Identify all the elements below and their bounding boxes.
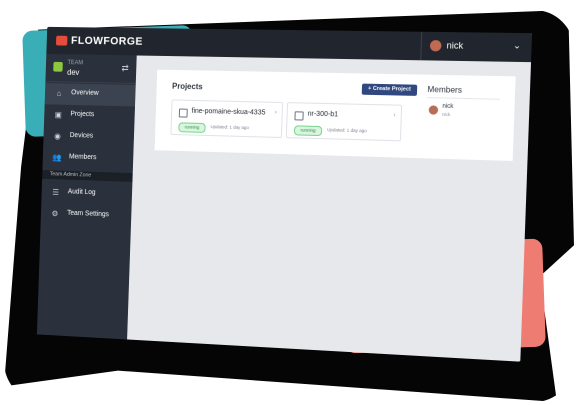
sidebar-item-label: Team Settings [67, 209, 109, 219]
projects-title: Projects [171, 81, 203, 92]
member-role: nick [441, 111, 451, 118]
members-icon: 👥 [52, 152, 62, 162]
user-name: nick [446, 40, 464, 51]
sidebar-item-overview[interactable]: ⌂ Overview [44, 83, 136, 107]
chevron-right-icon: › [274, 109, 277, 116]
sidebar-item-label: Overview [71, 89, 99, 97]
projects-icon: ▣ [54, 110, 62, 120]
swap-icon[interactable]: ⇄ [121, 63, 129, 74]
project-name: nr-300-b1 [307, 110, 339, 119]
app-window: FLOWFORGE nick ⌄ TEAM dev ⇄ ⌂ Overview ▣… [36, 26, 533, 362]
main-content: Projects + Create Project fine-pomaine-s… [127, 55, 532, 362]
project-icon [178, 108, 188, 118]
project-card[interactable]: fine-pomaine-skua-4335 › running Updated… [170, 99, 284, 139]
sidebar: TEAM dev ⇄ ⌂ Overview ▣ Projects ◉ Devic… [36, 53, 137, 340]
team-name: dev [67, 67, 80, 77]
status-badge: running [178, 122, 206, 133]
sidebar-item-label: Audit Log [67, 188, 96, 197]
home-icon: ⌂ [56, 89, 62, 98]
status-badge: running [293, 125, 323, 137]
member-name[interactable]: nick [442, 104, 453, 110]
sidebar-item-label: Devices [69, 132, 94, 140]
chevron-down-icon: ⌄ [512, 40, 522, 51]
sidebar-item-label: Projects [70, 110, 95, 119]
devices-icon: ◉ [54, 131, 61, 141]
create-project-button[interactable]: + Create Project [361, 83, 418, 96]
project-icon [294, 111, 304, 121]
sidebar-item-projects[interactable]: ▣ Projects [44, 104, 135, 128]
admin-zone-divider: Team Admin Zone [42, 170, 133, 182]
gear-icon: ⚙ [51, 209, 59, 219]
admin-zone-label: Team Admin Zone [49, 171, 92, 179]
sidebar-item-devices[interactable]: ◉ Devices [43, 126, 134, 150]
member-avatar [428, 105, 439, 115]
sidebar-item-label: Members [68, 153, 97, 162]
user-avatar [429, 40, 442, 52]
project-card[interactable]: nr-300-b1 › running Updated: 1 day ago [285, 102, 403, 142]
updated-text: Updated: 1 day ago [210, 124, 249, 131]
team-avatar [53, 61, 63, 72]
team-switcher[interactable]: TEAM dev ⇄ [45, 53, 137, 84]
database-icon: ☰ [52, 187, 60, 197]
members-divider [427, 97, 501, 100]
overview-panel: Projects + Create Project fine-pomaine-s… [154, 69, 516, 161]
app-frame: FLOWFORGE nick ⌄ TEAM dev ⇄ ⌂ Overview ▣… [16, 9, 565, 388]
updated-text: Updated: 1 day ago [327, 127, 367, 134]
brand-name: FLOWFORGE [70, 34, 144, 48]
sidebar-item-members[interactable]: 👥 Members [43, 147, 134, 171]
sidebar-item-team-settings[interactable]: ⚙ Team Settings [41, 203, 132, 228]
user-menu[interactable]: nick ⌄ [420, 31, 533, 63]
chevron-right-icon: › [393, 112, 396, 119]
flowforge-logo-icon [55, 35, 68, 46]
team-label: TEAM [67, 60, 84, 67]
members-title: Members [427, 84, 463, 95]
project-name: fine-pomaine-skua-4335 [191, 107, 266, 117]
